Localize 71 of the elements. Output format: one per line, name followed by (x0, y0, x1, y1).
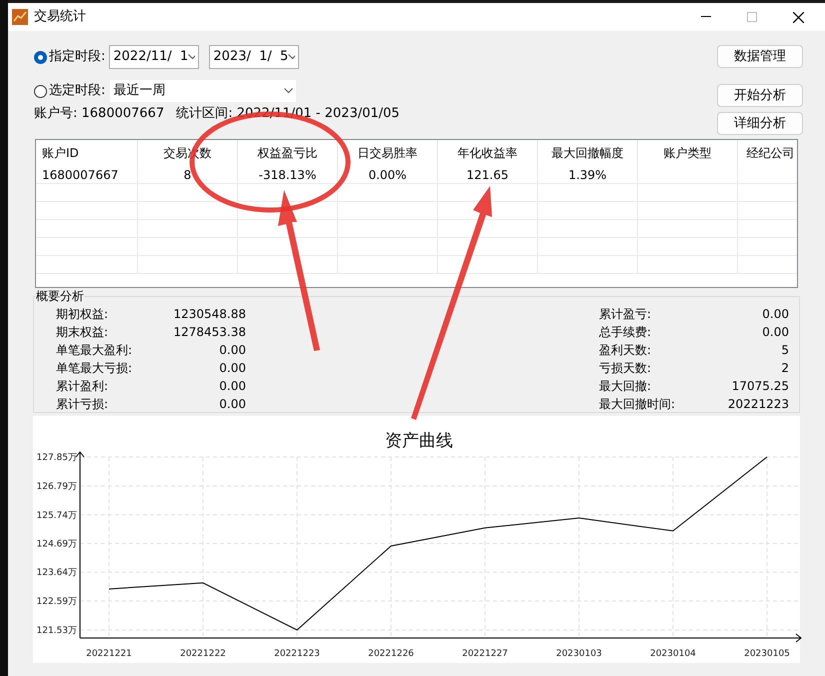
field-value: 0.00 (762, 324, 789, 341)
table-cell: 1680007667 (36, 166, 138, 184)
x-axis-label: 20221227 (462, 649, 508, 659)
group-title: 概要分析 (36, 288, 84, 304)
column-header[interactable]: 权益盈亏比 (238, 140, 338, 166)
close-icon (792, 12, 804, 22)
field-label: 总手续费: (599, 324, 652, 341)
y-axis-label: 124.69万 (36, 540, 77, 550)
x-axis-label: 20221221 (86, 649, 132, 659)
table-cell: 8 (138, 166, 238, 184)
table-cell: 121.65 (438, 166, 538, 184)
y-axis-label: 126.79万 (36, 482, 77, 492)
radio-button[interactable]: 选定时段: (34, 81, 106, 101)
field-label: 累计亏损: (56, 396, 108, 413)
field-label: 期初权益: (56, 306, 108, 323)
table-cell: 1.39% (538, 166, 638, 184)
y-axis-label: 121.53万 (36, 626, 77, 636)
field-value: 0.00 (219, 342, 246, 359)
field-label: 单笔最大亏损: (56, 360, 132, 377)
action-button[interactable]: 详细分析 (717, 112, 803, 135)
chevron-down-icon (284, 88, 294, 94)
field-value: 0.00 (762, 306, 789, 323)
field-label: 盈利天数: (599, 342, 652, 359)
y-axis-label: 125.74万 (36, 510, 77, 521)
action-button[interactable]: 开始分析 (717, 84, 803, 107)
field-label: 期末权益: (56, 324, 108, 341)
x-axis-label: 20230103 (556, 649, 602, 659)
minimize-icon (701, 16, 711, 18)
chart-title: 资产曲线 (385, 431, 453, 451)
info-text: 账户号: 1680007667 (34, 105, 164, 124)
column-header[interactable]: 年化收益率 (438, 140, 538, 166)
x-axis-label: 20221223 (274, 649, 320, 659)
x-axis-label: 20221222 (180, 649, 226, 659)
field-label: 最大回撤: (599, 378, 652, 395)
x-axis-label: 20230104 (650, 649, 696, 659)
radio-button[interactable]: 指定时段: (34, 47, 106, 67)
column-header[interactable]: 日交易胜率 (338, 140, 438, 166)
chart-icon (12, 9, 28, 25)
column-header[interactable]: 账户ID (36, 140, 138, 166)
table-cell: 0.00% (338, 166, 438, 184)
chevron-down-icon (288, 54, 296, 60)
y-axis-label: 122.59万 (36, 596, 77, 607)
chevron-down-icon (188, 54, 196, 60)
window-title: 交易统计 (34, 8, 86, 26)
date-dropdown[interactable]: 2023/ 1/ 5 (209, 45, 300, 69)
field-label: 亏损天数: (599, 360, 652, 377)
date-dropdown[interactable]: 2022/11/ 1 (109, 45, 200, 69)
field-value: 1278453.38 (173, 324, 246, 341)
column-header[interactable]: 最大回撤幅度 (538, 140, 638, 166)
field-label: 累计盈亏: (599, 306, 652, 323)
field-value: 2 (781, 360, 789, 377)
y-axis-label: 123.64万 (36, 568, 77, 578)
x-axis-label: 20221226 (368, 649, 414, 659)
period-dropdown[interactable]: 最近一周 (109, 79, 298, 103)
field-value: 1230548.88 (173, 306, 246, 323)
field-value: 17075.25 (732, 378, 789, 395)
y-axis-label: 127.85万 (36, 453, 77, 463)
action-button[interactable]: 数据管理 (717, 45, 803, 68)
field-label: 最大回撤时间: (599, 396, 676, 413)
field-label: 单笔最大盈利: (56, 342, 132, 359)
column-header[interactable]: 账户类型 (638, 140, 738, 166)
field-value: 0.00 (219, 378, 246, 395)
x-axis-label: 20230105 (744, 649, 790, 659)
column-header[interactable]: 经纪公司 (738, 140, 797, 166)
field-value: 20221223 (728, 396, 789, 413)
table-cell: -318.13% (238, 166, 338, 184)
maximize-icon (747, 12, 757, 22)
field-value: 5 (781, 342, 789, 359)
field-value: 0.00 (219, 360, 246, 377)
field-label: 累计盈利: (56, 378, 108, 395)
field-value: 0.00 (219, 396, 246, 413)
